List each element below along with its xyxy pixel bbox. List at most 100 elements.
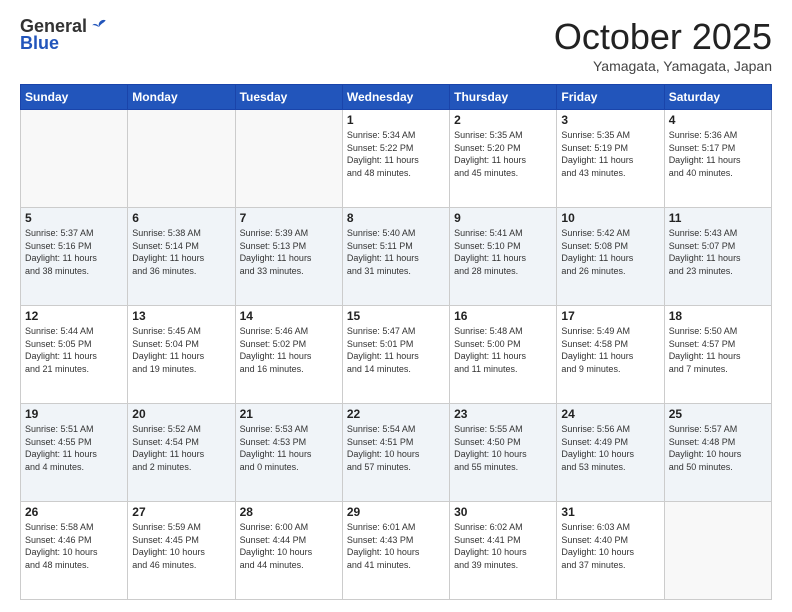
calendar-table: SundayMondayTuesdayWednesdayThursdayFrid…	[20, 84, 772, 600]
calendar-cell	[128, 110, 235, 208]
title-section: October 2025 Yamagata, Yamagata, Japan	[554, 16, 772, 74]
day-info: Sunrise: 5:56 AMSunset: 4:49 PMDaylight:…	[561, 423, 659, 473]
calendar-cell: 12 Sunrise: 5:44 AMSunset: 5:05 PMDayligh…	[21, 306, 128, 404]
day-number: 23	[454, 407, 552, 421]
calendar-cell: 3 Sunrise: 5:35 AMSunset: 5:19 PMDaylight…	[557, 110, 664, 208]
calendar-cell: 16 Sunrise: 5:48 AMSunset: 5:00 PMDayligh…	[450, 306, 557, 404]
calendar-cell: 24 Sunrise: 5:56 AMSunset: 4:49 PMDayligh…	[557, 404, 664, 502]
day-info: Sunrise: 5:40 AMSunset: 5:11 PMDaylight:…	[347, 227, 445, 277]
day-info: Sunrise: 5:54 AMSunset: 4:51 PMDaylight:…	[347, 423, 445, 473]
logo: General Blue	[20, 16, 109, 54]
calendar-week-1: 1 Sunrise: 5:34 AMSunset: 5:22 PMDaylight…	[21, 110, 772, 208]
day-number: 3	[561, 113, 659, 127]
day-number: 24	[561, 407, 659, 421]
day-info: Sunrise: 5:55 AMSunset: 4:50 PMDaylight:…	[454, 423, 552, 473]
day-number: 16	[454, 309, 552, 323]
day-number: 29	[347, 505, 445, 519]
calendar-cell: 18 Sunrise: 5:50 AMSunset: 4:57 PMDayligh…	[664, 306, 771, 404]
weekday-header-monday: Monday	[128, 85, 235, 110]
calendar-cell: 2 Sunrise: 5:35 AMSunset: 5:20 PMDaylight…	[450, 110, 557, 208]
calendar-cell: 15 Sunrise: 5:47 AMSunset: 5:01 PMDayligh…	[342, 306, 449, 404]
calendar-cell	[664, 502, 771, 600]
day-info: Sunrise: 5:34 AMSunset: 5:22 PMDaylight:…	[347, 129, 445, 179]
logo-blue-text: Blue	[20, 33, 59, 53]
calendar-cell: 20 Sunrise: 5:52 AMSunset: 4:54 PMDayligh…	[128, 404, 235, 502]
weekday-header-thursday: Thursday	[450, 85, 557, 110]
calendar-cell	[235, 110, 342, 208]
calendar-cell: 30 Sunrise: 6:02 AMSunset: 4:41 PMDayligh…	[450, 502, 557, 600]
weekday-header-saturday: Saturday	[664, 85, 771, 110]
logo-bird-icon	[89, 17, 109, 37]
calendar-cell: 25Sunrise: 5:57 AMSunset: 4:48 PMDayligh…	[664, 404, 771, 502]
day-info: Sunrise: 5:52 AMSunset: 4:54 PMDaylight:…	[132, 423, 230, 473]
day-info: Sunrise: 5:38 AMSunset: 5:14 PMDaylight:…	[132, 227, 230, 277]
day-info: Sunrise: 5:57 AMSunset: 4:48 PMDaylight:…	[669, 423, 767, 473]
day-number: 2	[454, 113, 552, 127]
day-info: Sunrise: 5:35 AMSunset: 5:20 PMDaylight:…	[454, 129, 552, 179]
weekday-header-tuesday: Tuesday	[235, 85, 342, 110]
day-info: Sunrise: 5:36 AMSunset: 5:17 PMDaylight:…	[669, 129, 767, 179]
day-info: Sunrise: 6:03 AMSunset: 4:40 PMDaylight:…	[561, 521, 659, 571]
day-number: 14	[240, 309, 338, 323]
calendar-cell: 19Sunrise: 5:51 AMSunset: 4:55 PMDayligh…	[21, 404, 128, 502]
calendar-cell: 28 Sunrise: 6:00 AMSunset: 4:44 PMDayligh…	[235, 502, 342, 600]
calendar-cell: 13 Sunrise: 5:45 AMSunset: 5:04 PMDayligh…	[128, 306, 235, 404]
calendar-cell: 29 Sunrise: 6:01 AMSunset: 4:43 PMDayligh…	[342, 502, 449, 600]
day-number: 26	[25, 505, 123, 519]
day-info: Sunrise: 5:58 AMSunset: 4:46 PMDaylight:…	[25, 521, 123, 571]
calendar-cell: 17 Sunrise: 5:49 AMSunset: 4:58 PMDayligh…	[557, 306, 664, 404]
day-info: Sunrise: 6:02 AMSunset: 4:41 PMDaylight:…	[454, 521, 552, 571]
day-number: 22	[347, 407, 445, 421]
day-info: Sunrise: 6:00 AMSunset: 4:44 PMDaylight:…	[240, 521, 338, 571]
day-info: Sunrise: 5:51 AMSunset: 4:55 PMDaylight:…	[25, 423, 123, 473]
day-number: 4	[669, 113, 767, 127]
day-number: 13	[132, 309, 230, 323]
day-info: Sunrise: 5:44 AMSunset: 5:05 PMDaylight:…	[25, 325, 123, 375]
calendar-cell: 22 Sunrise: 5:54 AMSunset: 4:51 PMDayligh…	[342, 404, 449, 502]
day-info: Sunrise: 5:47 AMSunset: 5:01 PMDaylight:…	[347, 325, 445, 375]
day-number: 18	[669, 309, 767, 323]
day-info: Sunrise: 5:49 AMSunset: 4:58 PMDaylight:…	[561, 325, 659, 375]
day-number: 30	[454, 505, 552, 519]
calendar-cell: 5 Sunrise: 5:37 AMSunset: 5:16 PMDaylight…	[21, 208, 128, 306]
day-number: 21	[240, 407, 338, 421]
calendar-cell: 31 Sunrise: 6:03 AMSunset: 4:40 PMDayligh…	[557, 502, 664, 600]
calendar-cell: 1 Sunrise: 5:34 AMSunset: 5:22 PMDaylight…	[342, 110, 449, 208]
calendar-cell: 4 Sunrise: 5:36 AMSunset: 5:17 PMDaylight…	[664, 110, 771, 208]
calendar-cell: 9 Sunrise: 5:41 AMSunset: 5:10 PMDaylight…	[450, 208, 557, 306]
day-number: 31	[561, 505, 659, 519]
calendar-cell: 26 Sunrise: 5:58 AMSunset: 4:46 PMDayligh…	[21, 502, 128, 600]
day-info: Sunrise: 5:39 AMSunset: 5:13 PMDaylight:…	[240, 227, 338, 277]
day-number: 9	[454, 211, 552, 225]
calendar-cell: 10Sunrise: 5:42 AMSunset: 5:08 PMDayligh…	[557, 208, 664, 306]
day-info: Sunrise: 5:35 AMSunset: 5:19 PMDaylight:…	[561, 129, 659, 179]
calendar-week-2: 5 Sunrise: 5:37 AMSunset: 5:16 PMDaylight…	[21, 208, 772, 306]
day-number: 10	[561, 211, 659, 225]
day-number: 17	[561, 309, 659, 323]
day-info: Sunrise: 5:48 AMSunset: 5:00 PMDaylight:…	[454, 325, 552, 375]
day-number: 12	[25, 309, 123, 323]
day-number: 8	[347, 211, 445, 225]
day-number: 15	[347, 309, 445, 323]
weekday-header-wednesday: Wednesday	[342, 85, 449, 110]
day-number: 5	[25, 211, 123, 225]
day-number: 28	[240, 505, 338, 519]
day-number: 20	[132, 407, 230, 421]
day-info: Sunrise: 5:41 AMSunset: 5:10 PMDaylight:…	[454, 227, 552, 277]
calendar-cell: 11Sunrise: 5:43 AMSunset: 5:07 PMDayligh…	[664, 208, 771, 306]
day-info: Sunrise: 5:37 AMSunset: 5:16 PMDaylight:…	[25, 227, 123, 277]
location: Yamagata, Yamagata, Japan	[554, 58, 772, 74]
calendar-cell: 7 Sunrise: 5:39 AMSunset: 5:13 PMDaylight…	[235, 208, 342, 306]
day-info: Sunrise: 6:01 AMSunset: 4:43 PMDaylight:…	[347, 521, 445, 571]
day-info: Sunrise: 5:45 AMSunset: 5:04 PMDaylight:…	[132, 325, 230, 375]
month-title: October 2025	[554, 16, 772, 58]
calendar-cell: 21Sunrise: 5:53 AMSunset: 4:53 PMDayligh…	[235, 404, 342, 502]
weekday-header-row: SundayMondayTuesdayWednesdayThursdayFrid…	[21, 85, 772, 110]
calendar-page: General Blue October 2025 Yamagata, Yama…	[0, 0, 792, 612]
day-info: Sunrise: 5:50 AMSunset: 4:57 PMDaylight:…	[669, 325, 767, 375]
calendar-cell: 27Sunrise: 5:59 AMSunset: 4:45 PMDayligh…	[128, 502, 235, 600]
day-number: 1	[347, 113, 445, 127]
day-number: 7	[240, 211, 338, 225]
calendar-cell: 14Sunrise: 5:46 AMSunset: 5:02 PMDayligh…	[235, 306, 342, 404]
calendar-cell	[21, 110, 128, 208]
